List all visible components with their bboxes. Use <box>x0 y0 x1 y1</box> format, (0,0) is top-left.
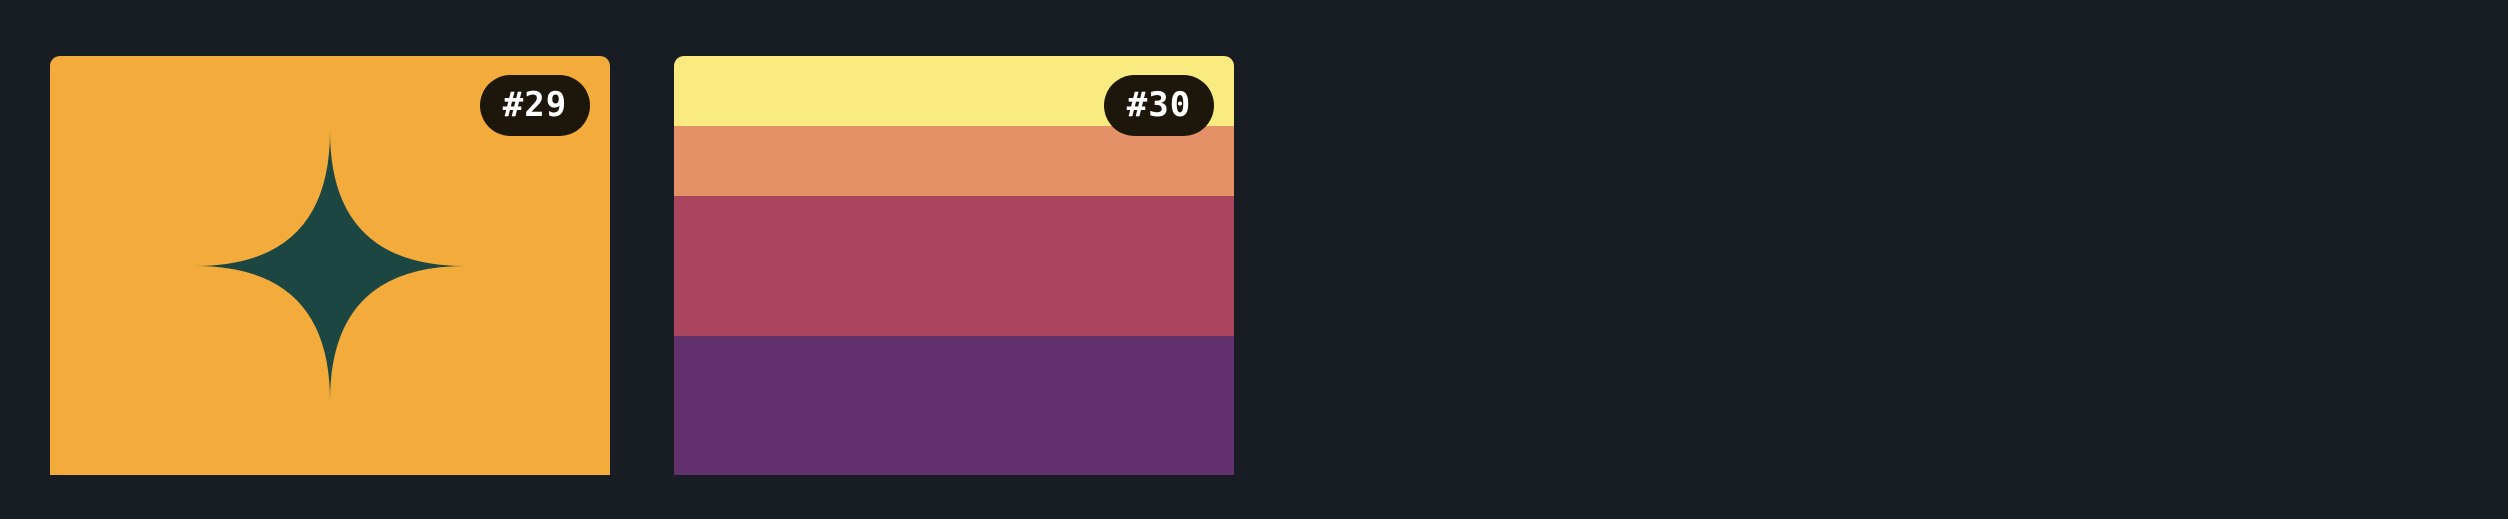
artwork-card-30[interactable]: #30 <box>674 56 1234 475</box>
artwork-number-badge: #29 <box>480 75 590 136</box>
stripe-purple <box>674 336 1234 475</box>
artwork-card-29[interactable]: #29 <box>50 56 610 475</box>
artwork-number-badge: #30 <box>1104 75 1214 136</box>
artwork-gallery: #29 #30 <box>0 0 2508 519</box>
stripe-salmon <box>674 126 1234 196</box>
stripe-raspberry <box>674 196 1234 336</box>
